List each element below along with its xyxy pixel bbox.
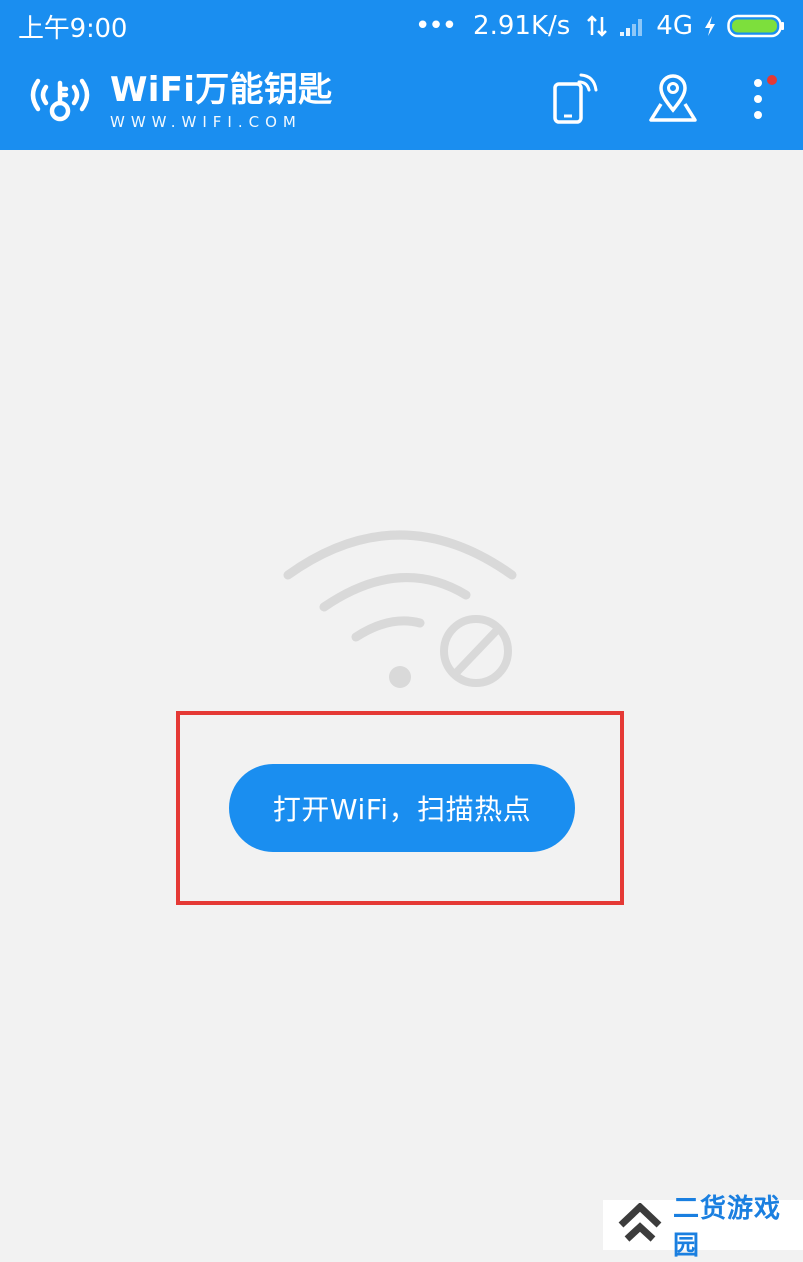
brand: WiFi万能钥匙 WWW.WIFI.COM [24, 69, 332, 133]
open-wifi-scan-button[interactable]: 打开WiFi，扫描热点 [229, 764, 575, 852]
battery-icon [727, 13, 785, 39]
data-arrows-icon [586, 14, 608, 38]
main-content: 打开WiFi，扫描热点 [0, 150, 803, 1250]
phone-wifi-icon [551, 72, 599, 130]
network-speed: 2.91K/s [473, 11, 571, 41]
status-right: ••• 2.91K/s 4G [415, 11, 785, 41]
wifi-off-icon [280, 525, 520, 695]
app-actions [547, 73, 777, 129]
network-type: 4G [656, 11, 693, 41]
status-left: 上午9:00 [18, 8, 127, 45]
status-time: 上午9:00 [18, 13, 128, 44]
signal-icon [618, 14, 646, 38]
charging-icon [703, 14, 717, 38]
wifi-key-logo-icon [24, 69, 96, 133]
phone-wifi-button[interactable] [547, 73, 603, 129]
status-bar: 上午9:00 ••• 2.91K/s 4G [0, 0, 803, 52]
watermark-text: 二货游戏园 [673, 1194, 782, 1261]
status-dots: ••• [415, 11, 457, 41]
map-pin-icon [647, 72, 699, 130]
map-pin-button[interactable] [645, 73, 701, 129]
more-button[interactable] [743, 73, 777, 129]
brand-text: WiFi万能钥匙 WWW.WIFI.COM [110, 73, 332, 130]
more-vertical-icon [753, 77, 763, 125]
watermark: 二货游戏园 [603, 1194, 803, 1261]
double-chevron-up-icon [617, 1202, 663, 1247]
notification-dot [767, 75, 777, 85]
app-bar: WiFi万能钥匙 WWW.WIFI.COM [0, 52, 803, 150]
app-subtitle: WWW.WIFI.COM [110, 112, 302, 131]
app-title: WiFi万能钥匙 [110, 69, 333, 110]
